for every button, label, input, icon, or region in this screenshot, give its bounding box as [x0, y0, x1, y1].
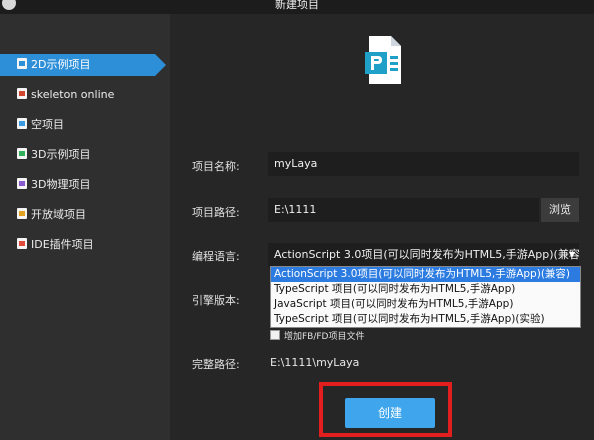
project-name-input[interactable]: myLaya	[268, 152, 579, 176]
language-option-javascript[interactable]: JavaScript 项目(可以同时发布为HTML5,手游App)	[271, 297, 580, 312]
browse-button[interactable]: 浏览	[541, 198, 579, 222]
window-title: 新建项目	[275, 0, 319, 11]
sidebar-item-label: 开放域项目	[31, 208, 86, 221]
3d-physics-icon	[17, 178, 27, 189]
sidebar-item-3d-physics[interactable]: 3D物理项目	[0, 174, 155, 196]
3d-project-icon	[17, 148, 27, 159]
sidebar-item-empty-project[interactable]: 空项目	[0, 114, 155, 136]
fb-fd-checkbox[interactable]	[270, 330, 280, 340]
app-logo-icon	[2, 0, 16, 10]
create-button[interactable]: 创建	[345, 398, 435, 428]
sidebar-item-ide-plugin[interactable]: IDE插件项目	[0, 234, 155, 256]
sidebar-item-2d-sample[interactable]: 2D示例项目	[0, 54, 166, 76]
skeleton-icon	[17, 88, 27, 99]
fb-fd-checkbox-label: 增加FB/FD项目文件	[284, 332, 365, 342]
project-document-icon	[365, 36, 401, 84]
language-selected-value: ActionScript 3.0项目(可以同时发布为HTML5,手游App)(兼…	[274, 248, 579, 261]
2d-project-icon	[17, 58, 27, 69]
ide-plugin-icon	[17, 238, 27, 249]
selection-arrow-icon	[155, 54, 166, 76]
language-label: 编程语言:	[192, 250, 240, 263]
empty-project-icon	[17, 118, 27, 129]
project-name-label: 项目名称:	[192, 160, 240, 173]
sidebar-item-label: 3D示例项目	[31, 148, 91, 161]
project-path-input[interactable]: E:\1111	[268, 198, 539, 222]
sidebar-item-label: 空项目	[31, 118, 64, 131]
language-dropdown-list: ActionScript 3.0项目(可以同时发布为HTML5,手游App)(兼…	[270, 266, 581, 328]
fb-fd-option[interactable]: 增加FB/FD项目文件	[270, 329, 365, 342]
sidebar-item-label: 3D物理项目	[31, 178, 91, 191]
sidebar-item-open-domain[interactable]: 开放域项目	[0, 204, 155, 226]
title-bar: 新建项目	[0, 0, 594, 14]
sidebar-item-label: IDE插件项目	[31, 238, 94, 251]
project-path-label: 项目路径:	[192, 206, 240, 219]
sidebar-item-label: 2D示例项目	[31, 58, 91, 71]
full-path-value: E:\1111\myLaya	[270, 356, 360, 369]
engine-version-label: 引擎版本:	[192, 294, 240, 307]
language-option-typescript[interactable]: TypeScript 项目(可以同时发布为HTML5,手游App)	[271, 282, 580, 297]
open-domain-icon	[17, 208, 27, 219]
sidebar-item-3d-sample[interactable]: 3D示例项目	[0, 144, 155, 166]
full-path-label: 完整路径:	[192, 358, 240, 371]
dropdown-arrow-icon: ▼	[568, 250, 575, 259]
project-type-sidebar: 2D示例项目 skeleton online 空项目 3D示例项目 3D物理项目…	[0, 14, 170, 440]
project-settings-panel: 项目名称: myLaya 项目路径: E:\1111 浏览 编程语言: Acti…	[170, 14, 594, 440]
sidebar-item-skeleton-online[interactable]: skeleton online	[0, 84, 155, 106]
language-option-typescript-experimental[interactable]: TypeScript 项目(可以同时发布为HTML5,手游App)(实验)	[271, 312, 580, 327]
language-select[interactable]: ActionScript 3.0项目(可以同时发布为HTML5,手游App)(兼…	[268, 243, 579, 267]
language-option-as3[interactable]: ActionScript 3.0项目(可以同时发布为HTML5,手游App)(兼…	[271, 267, 580, 282]
sidebar-item-label: skeleton online	[31, 88, 115, 101]
